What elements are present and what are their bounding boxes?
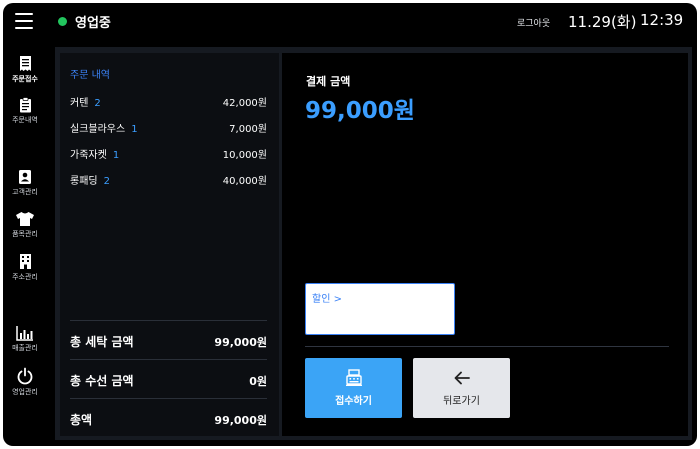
sidebar-item-label: 영업관리 [12,388,38,396]
item-price: 7,000원 [229,124,267,135]
sidebar-item-addresses[interactable]: 주소관리 [3,253,47,282]
item-quantity: 1 [131,124,138,135]
item-name: 실크블라우스 [70,124,126,135]
sidebar-item-label: 매출관리 [12,344,38,352]
item-name: 커텐 [70,98,89,109]
top-bar: 영업중 로그아웃 11.29(화) 12:39 [3,3,697,41]
payment-panel: 결제 금액 99,000원 할인 > 접수하기 뒤로가기 [282,53,688,436]
clipboard-icon [19,97,31,113]
order-item[interactable]: 가죽자켓 1 10,000원 [70,146,267,162]
item-quantity: 2 [103,176,110,187]
accept-order-button[interactable]: 접수하기 [305,358,402,418]
grand-total-row: 총액 99,000원 [70,398,267,437]
business-status: 영업중 [75,16,111,31]
sidebar-item-label: 주문내역 [12,116,38,124]
divider [305,346,669,347]
menu-icon[interactable] [15,13,33,29]
sidebar-item-business[interactable]: 영업관리 [3,367,47,397]
current-time: 12:39 [640,11,684,29]
sidebar-item-label: 주문접수 [12,75,38,83]
summary-value: 0원 [249,375,267,388]
logout-button[interactable]: 로그아웃 [517,16,550,29]
payment-amount: 99,000원 [305,98,415,124]
building-icon [19,254,31,269]
summary-value: 99,000원 [214,414,267,427]
sidebar-item-customers[interactable]: 고객관리 [3,169,47,197]
sidebar-item-label: 품목관리 [12,230,38,238]
item-quantity: 2 [94,98,101,109]
total-laundry-row: 총 세탁 금액 99,000원 [70,320,267,359]
accept-order-label: 접수하기 [335,396,372,407]
contact-card-icon [19,170,31,184]
item-price: 40,000원 [222,176,267,187]
discount-label: 할인 > [312,294,342,305]
sidebar-item-order-intake[interactable]: 주문접수 [3,55,47,84]
shirt-icon [16,212,34,226]
sidebar-item-sales[interactable]: 매출관리 [3,325,47,353]
order-item[interactable]: 롱패딩 2 40,000원 [70,172,267,188]
item-name: 롱패딩 [70,176,98,187]
sidebar: 주문접수 주문내역 고객관리 품목관리 주소관리 매출관리 영업관리 [3,41,47,446]
summary-value: 99,000원 [214,336,267,349]
sidebar-item-order-history[interactable]: 주문내역 [3,97,47,125]
cash-register-icon [345,369,362,386]
power-icon [17,367,33,385]
receipt-icon [19,56,31,71]
item-price: 42,000원 [222,98,267,109]
bar-chart-icon [16,326,33,341]
order-item[interactable]: 커텐 2 42,000원 [70,94,267,110]
item-quantity: 1 [112,150,120,161]
total-repair-row: 총 수선 금액 0원 [70,359,267,398]
main-content: 주문 내역 커텐 2 42,000원 실크블라우스 1 7,000원 가죽자켓 1 1… [55,47,692,440]
order-details-panel: 주문 내역 커텐 2 42,000원 실크블라우스 1 7,000원 가죽자켓 1 1… [60,53,279,436]
summary-label: 총 수선 금액 [70,374,134,388]
current-date: 11.29(화) [568,13,637,31]
item-price: 10,000원 [222,150,267,161]
payment-label: 결제 금액 [306,75,351,88]
app-window: 영업중 로그아웃 11.29(화) 12:39 주문접수 주문내역 고객관리 품… [3,3,697,446]
arrow-left-icon [454,371,470,385]
order-item[interactable]: 실크블라우스 1 7,000원 [70,120,267,136]
status-indicator-icon [58,17,67,26]
sidebar-item-products[interactable]: 품목관리 [3,211,47,239]
summary-label: 총 세탁 금액 [70,335,134,349]
sidebar-item-label: 고객관리 [12,188,38,196]
discount-button[interactable]: 할인 > [305,283,455,335]
back-button[interactable]: 뒤로가기 [413,358,510,418]
back-label: 뒤로가기 [443,396,480,407]
order-details-title: 주문 내역 [70,70,110,81]
sidebar-item-label: 주소관리 [12,273,38,281]
item-name: 가죽자켓 [70,150,107,161]
summary-label: 총액 [70,413,93,427]
